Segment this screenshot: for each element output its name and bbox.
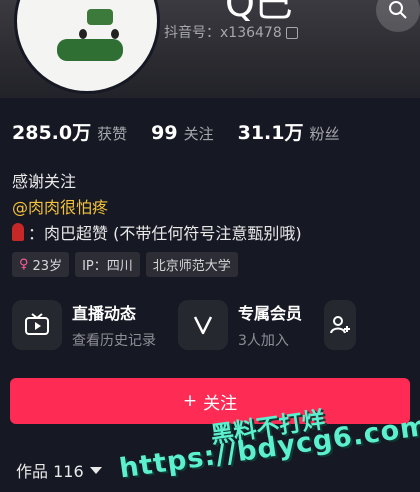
tag-ip: IP：四川 (75, 252, 140, 277)
avatar-eye-left (79, 29, 87, 39)
tv-icon (12, 300, 62, 350)
feature-live-history[interactable]: 直播动态 查看历史记录 (12, 300, 156, 350)
profile-stats: 285.0万 获赞 99 关注 31.1万 粉丝 (12, 118, 340, 145)
bio-line-1: 感谢关注 (12, 172, 77, 191)
stat-followers[interactable]: 31.1万 粉丝 (238, 118, 340, 145)
works-tab[interactable]: 作品 116 (16, 458, 102, 482)
v-icon (178, 300, 228, 350)
stat-following-value: 99 (151, 122, 178, 144)
tag-ip-text: IP：四川 (82, 259, 133, 274)
bio-line-3-text: ：肉巴超赞 (不带任何符号注意甄别哦) (28, 224, 302, 243)
stat-followers-label: 粉丝 (309, 125, 340, 143)
ribbon-icon (12, 223, 24, 241)
chevron-down-icon (89, 466, 102, 474)
follow-button-label: 关注 (203, 393, 238, 414)
tag-school-text: 北京师范大学 (152, 259, 231, 274)
female-icon: ♀ (19, 257, 29, 272)
feature-membership-title: 专属会员 (238, 304, 303, 323)
feature-membership[interactable]: 专属会员 3人加入 (178, 300, 302, 350)
stat-following[interactable]: 99 关注 (151, 122, 213, 144)
account-id[interactable]: 抖音号：x136478 (164, 22, 298, 42)
stat-followers-value: 31.1万 (237, 122, 304, 144)
stat-likes-value: 285.0万 (12, 122, 92, 144)
feature-row: 直播动态 查看历史记录 专属会员 3人加入 (12, 300, 378, 350)
tag-age: ♀ 23岁 (12, 252, 70, 277)
avatar-bow (87, 9, 113, 25)
avatar-mask (57, 39, 123, 61)
account-id-text: 抖音号：x136478 (164, 25, 282, 41)
add-friend-icon (324, 300, 357, 350)
feature-live-title: 直播动态 (72, 304, 137, 323)
stat-likes[interactable]: 285.0万 获赞 (12, 118, 127, 145)
feature-live-subtitle: 查看历史记录 (72, 333, 156, 349)
feature-membership-subtitle: 3人加入 (238, 333, 289, 349)
plus-icon: + (182, 391, 198, 411)
bio-mention-link[interactable]: @肉肉很怕疼 (12, 194, 108, 218)
tag-school[interactable]: 北京师范大学 (145, 252, 238, 277)
bio-line-3: ：肉巴超赞 (不带任何符号注意甄别哦) (12, 220, 302, 244)
stat-following-label: 关注 (183, 125, 214, 143)
tag-age-text: 23岁 (32, 259, 63, 274)
stat-likes-label: 获赞 (97, 125, 128, 143)
feature-more[interactable] (324, 300, 357, 350)
works-tab-label: 作品 116 (16, 462, 84, 481)
search-icon (389, 1, 407, 19)
copy-icon[interactable] (285, 27, 298, 39)
profile-tags: ♀ 23岁 IP：四川 北京师范大学 (12, 252, 238, 277)
avatar-eye-right (111, 29, 119, 39)
